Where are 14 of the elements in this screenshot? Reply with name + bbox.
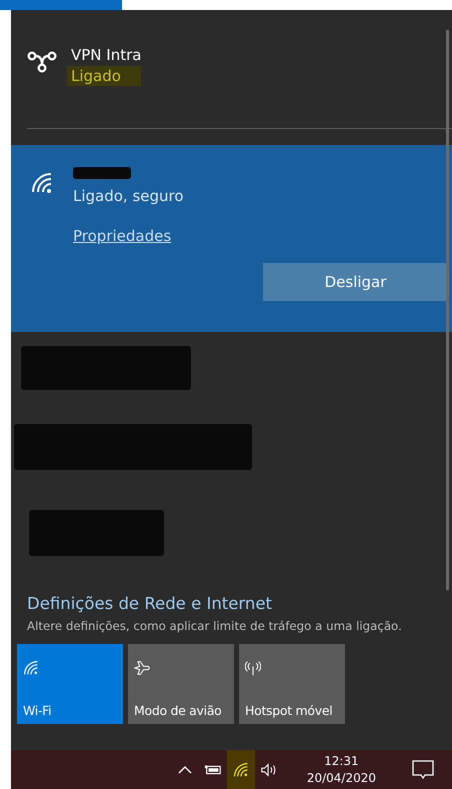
vpn-item[interactable]: VPN Intra Ligado — [11, 10, 452, 90]
clock-time: 12:31 — [324, 752, 359, 770]
properties-link[interactable]: Propriedades — [73, 227, 184, 245]
network-status: Ligado, seguro — [73, 187, 184, 205]
clock-date: 20/04/2020 — [306, 770, 376, 786]
quick-action-tile[interactable]: Modo de avião — [128, 644, 234, 724]
network-settings-link[interactable]: Definições de Rede e Internet — [27, 594, 436, 613]
disconnect-button[interactable]: Desligar — [263, 263, 448, 301]
quick-action-tile[interactable]: Wi-Fi — [17, 644, 123, 724]
vpn-status: Ligado — [67, 66, 142, 86]
settings-description: Altere definições, como aplicar limite de tráfego a uma ligação. — [27, 619, 403, 633]
vpn-name: VPN Intra — [71, 46, 142, 64]
clock[interactable]: 12:31 20/04/2020 — [296, 752, 386, 786]
quick-action-tile[interactable]: Hotspot móvel — [239, 644, 345, 724]
